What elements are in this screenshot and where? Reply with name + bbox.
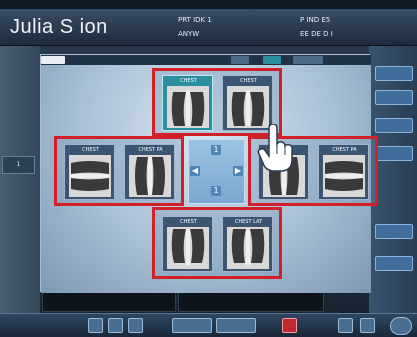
app-title: Julia S ion [10,16,108,38]
dialog-tab-3[interactable] [263,56,281,64]
right-panel-button-6[interactable] [375,256,413,271]
left-panel-marker[interactable]: 1 [2,156,35,174]
arrow-left-icon[interactable]: ◀ [190,166,200,176]
toolbar-button-6[interactable] [338,318,353,333]
right-panel-button-2[interactable] [375,90,413,105]
thumbnail-label: CHEST PA [332,147,357,153]
dialog-tab-1[interactable] [41,56,65,64]
left-panel: 1 [0,46,40,313]
toolbar-button-2[interactable] [108,318,123,333]
thumbnail-left-1[interactable]: CHEST [64,144,115,200]
thumbnail-right-2[interactable]: CHEST PA [318,144,369,200]
header-info-right-sub: EE DE D I [300,30,333,38]
thumbnail-label: CHEST [82,147,99,153]
dialog-tab-4[interactable] [293,56,323,64]
toolbar-button-3[interactable] [128,318,143,333]
arrow-right-icon[interactable]: ▶ [233,166,243,176]
thumbnail-label: CHEST LAT [234,219,263,225]
status-strip [0,0,417,9]
chest-xray-image [129,155,171,197]
right-panel-button-5[interactable] [375,224,413,239]
arrow-down-icon[interactable]: 1 [211,186,221,196]
right-panel-button-4[interactable] [375,146,413,161]
right-panel-button-3[interactable] [375,118,413,133]
toolbar-button-4[interactable] [172,318,212,333]
hand-pointer-icon [257,124,293,172]
toolbar-button-1[interactable] [88,318,103,333]
chest-xray-image [69,155,111,197]
chest-xray-image [323,155,365,197]
header-info-right: P IND E5 [300,16,331,24]
chest-xray-image [227,86,269,128]
toolbar-button-7[interactable] [360,318,375,333]
dialog-tab-2[interactable] [231,56,249,64]
right-panel-button-1[interactable] [375,66,413,81]
chest-xray-image [167,227,209,269]
toolbar-button-layout[interactable] [282,318,297,333]
dialog-tab-bar [41,55,371,65]
thumbnail-bottom-2[interactable]: CHEST LAT [222,216,273,272]
header-info-left: PRT IDK 1 [178,16,212,24]
arrow-up-icon[interactable]: 1 [211,145,221,155]
toolbar-button-exit[interactable] [390,317,412,335]
thumbnail-group-left: CHEST CHEST PA [54,136,184,206]
bottom-toolbar [0,313,417,337]
thumbnail-label: CHEST [180,219,197,225]
header-bar: Julia S ion PRT IDK 1 ANYW P IND E5 EE D… [0,0,417,46]
toolbar-button-5[interactable] [216,318,256,333]
thumbnail-top-2[interactable]: CHEST [222,75,273,131]
thumbnail-left-2[interactable]: CHEST PA [124,144,175,200]
thumbnail-label: CHEST [180,78,197,84]
chest-xray-image [227,227,269,269]
thumbnail-label: CHEST [240,78,257,84]
chest-xray-image [167,86,209,128]
thumbnail-group-bottom: CHEST CHEST LAT [152,207,282,279]
header-info-left-sub: ANYW [178,30,200,38]
thumbnail-bottom-1[interactable]: CHEST [162,216,213,272]
thumbnail-label: CHEST PA [138,147,163,153]
application-screen: Julia S ion PRT IDK 1 ANYW P IND E5 EE D… [0,0,417,337]
thumbnail-top-1[interactable]: CHEST [162,75,213,131]
